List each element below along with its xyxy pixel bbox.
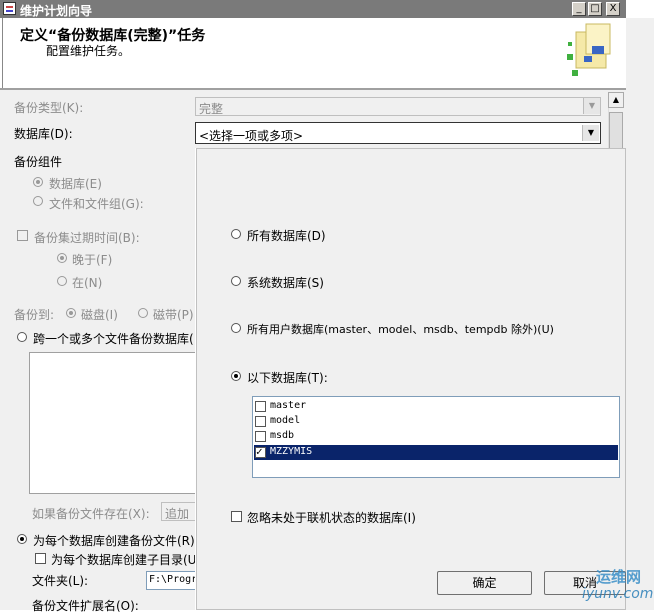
system-databases-label: 系统数据库(S) [247,276,324,290]
list-item-selected[interactable]: MZZYMIS [254,445,618,460]
list-item[interactable]: model [254,414,618,429]
all-databases-label: 所有数据库(D) [247,229,326,243]
ok-button[interactable]: 确定 [437,571,532,595]
maximize-button[interactable]: □ [588,2,602,16]
backup-to-tape-radio[interactable] [138,308,148,318]
expire-after-radio[interactable] [57,253,67,263]
backup-to-tape-label: 磁带(P) [153,308,194,322]
watermark-title: 运维网 [596,568,642,586]
backup-type-label: 备份类型(K): [14,101,84,115]
backup-to-disk-label: 磁盘(I) [81,308,118,322]
if-exists-label: 如果备份文件存在(X): [32,507,150,521]
ignore-offline-checkbox[interactable] [231,511,242,522]
database-select-value: <选择一项或多项> [199,129,304,143]
expire-after-label: 晚于(F) [72,253,113,267]
per-db-file-radio[interactable] [17,534,27,544]
wizard-app-icon [3,2,16,15]
backup-to-label: 备份到: [14,308,55,322]
folder-input-value: F:\Progr [149,574,198,585]
per-db-subdir-label: 为每个数据库创建子目录(U [51,553,197,567]
expire-on-label: 在(N) [72,276,103,290]
if-exists-value: 追加 [165,507,190,521]
scroll-up-arrow-icon[interactable]: ▲ [608,92,624,108]
backup-component-label: 备份组件 [14,155,63,169]
background-window-strip [626,0,654,610]
all-user-databases-label: 所有用户数据库(master、model、msdb、tempdb 除外)(U) [247,323,554,336]
window-title: 维护计划向导 [20,4,93,18]
backup-type-select[interactable]: 完整 ▼ [195,97,601,116]
component-files-label: 文件和文件组(G): [49,197,144,211]
these-databases-radio[interactable] [231,371,241,381]
watermark-domain: iyunv.com [582,586,654,602]
extension-label: 备份文件扩展名(O): [32,599,139,613]
database-checkbox-master[interactable] [255,401,266,412]
wizard-graphic-icon [567,23,611,76]
database-checkbox-model[interactable] [255,416,266,427]
page-subtitle: 配置维护任务。 [46,44,131,58]
database-name: MZZYMIS [270,446,313,457]
all-databases-radio[interactable] [231,229,241,239]
chevron-down-icon: ▼ [583,98,600,114]
close-button[interactable]: X [606,2,620,16]
backup-file-list[interactable] [29,352,197,494]
database-label: 数据库(D): [14,127,73,141]
database-checklist[interactable]: master model msdb MZZYMIS [252,396,620,478]
component-database-label: 数据库(E) [49,177,102,191]
these-databases-label: 以下数据库(T): [247,371,328,385]
database-checkbox-msdb[interactable] [255,431,266,442]
database-name: master [270,400,307,411]
expire-label: 备份集过期时间(B): [34,231,140,245]
if-exists-select[interactable]: 追加 [161,502,197,521]
folder-label: 文件夹(L): [32,574,89,588]
minimize-button[interactable]: _ [572,2,586,16]
database-select[interactable]: <选择一项或多项> ▼ [195,122,601,144]
database-name: model [270,415,301,426]
component-database-radio[interactable] [33,177,43,187]
list-item[interactable]: master [254,399,618,414]
chevron-down-icon[interactable]: ▼ [582,125,599,141]
site-watermark: 运维网 iyunv.com [582,566,654,610]
folder-input[interactable]: F:\Progr [146,571,198,590]
per-db-subdir-checkbox[interactable] [35,553,46,564]
title-bar[interactable] [0,0,626,18]
per-db-file-label: 为每个数据库创建备份文件(R) [33,534,195,548]
expire-on-radio[interactable] [57,276,67,286]
span-files-label: 跨一个或多个文件备份数据库( [33,332,194,346]
backup-type-value: 完整 [199,102,224,116]
all-user-databases-radio[interactable] [231,323,241,333]
database-checkbox-mzzymis[interactable] [255,445,266,458]
backup-to-disk-radio[interactable] [66,308,76,318]
system-databases-radio[interactable] [231,276,241,286]
background-window-top [626,0,654,18]
span-files-radio[interactable] [17,332,27,342]
list-item[interactable]: msdb [254,429,618,444]
ignore-offline-label: 忽略未处于联机状态的数据库(I) [247,511,416,525]
expire-checkbox[interactable] [17,230,28,241]
database-name: msdb [270,430,295,441]
component-files-radio[interactable] [33,196,43,206]
